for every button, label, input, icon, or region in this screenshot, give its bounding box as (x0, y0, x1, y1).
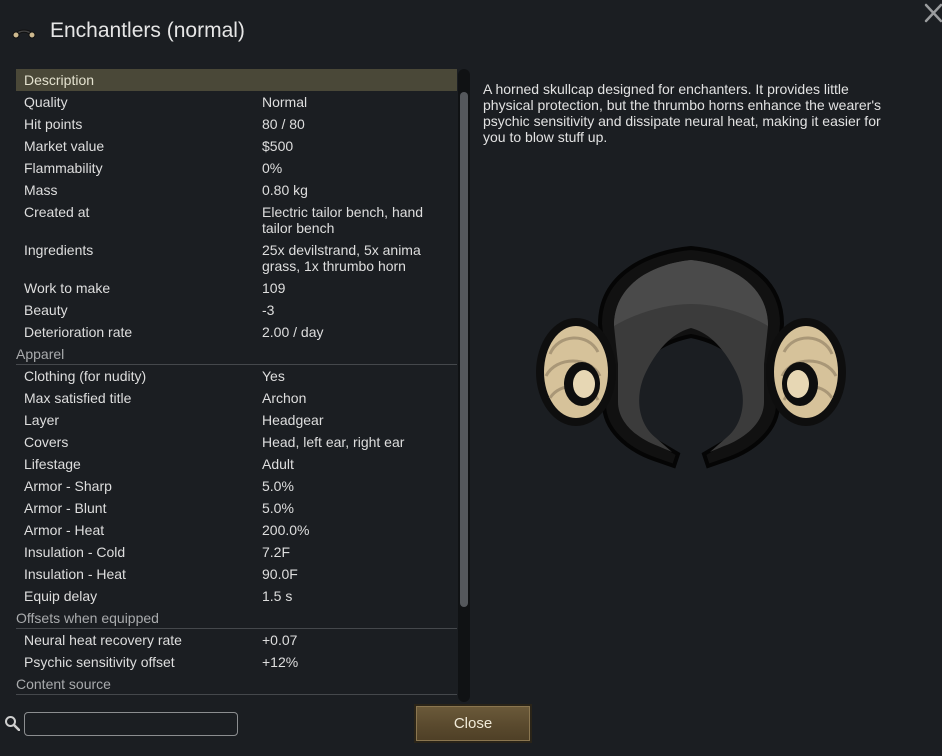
stat-value: 5.0% (262, 478, 294, 494)
stat-row-beauty[interactable]: Beauty -3 (16, 299, 457, 321)
stat-value: +0.07 (262, 632, 298, 648)
stat-label: Market value (24, 138, 105, 154)
enchantlers-item-icon (12, 29, 36, 39)
section-header-apparel: Apparel (16, 343, 457, 365)
stat-row-mass[interactable]: Mass 0.80 kg (16, 179, 457, 201)
stat-value: 2.00 / day (262, 324, 324, 340)
section-header-offsets: Offsets when equipped (16, 607, 457, 629)
stat-label: Created at (24, 204, 90, 220)
section-label: Apparel (16, 346, 65, 362)
stat-row-work-to-make[interactable]: Work to make 109 (16, 277, 457, 299)
stat-row-armor-heat[interactable]: Armor - Heat 200.0% (16, 519, 457, 541)
stat-row-quality[interactable]: Quality Normal (16, 91, 457, 113)
stat-value: 7.2F (262, 544, 291, 560)
stat-value: Normal (262, 94, 308, 110)
stat-row-psychic-sensitivity[interactable]: Psychic sensitivity offset +12% (16, 651, 457, 673)
stat-row-covers[interactable]: Covers Head, left ear, right ear (16, 431, 457, 453)
stat-value: 90.0F (262, 566, 298, 582)
stat-row-armor-blunt[interactable]: Armor - Blunt 5.0% (16, 497, 457, 519)
section-header-content-source: Content source (16, 673, 457, 695)
stat-row-hit-points[interactable]: Hit points 80 / 80 (16, 113, 457, 135)
stat-value: 25x devilstrand, 5x anima grass, 1x thru… (262, 242, 421, 274)
stat-value: -3 (262, 302, 275, 318)
close-button[interactable]: Close (414, 704, 532, 743)
stat-label: Armor - Heat (24, 522, 105, 538)
stat-row-deterioration-rate[interactable]: Deterioration rate 2.00 / day (16, 321, 457, 343)
stat-label: Work to make (24, 280, 111, 296)
stat-row-insulation-heat[interactable]: Insulation - Heat 90.0F (16, 563, 457, 585)
enchantlers-horned-skullcap-icon (536, 245, 846, 469)
window-title: Enchantlers (normal) (50, 19, 245, 42)
stat-value: 80 / 80 (262, 116, 305, 132)
stat-label: Layer (24, 412, 60, 428)
description-label: Description (24, 72, 95, 88)
stat-label: Neural heat recovery rate (24, 632, 182, 648)
stat-row-layer[interactable]: Layer Headgear (16, 409, 457, 431)
stat-label: Mass (24, 182, 58, 198)
stat-label: Armor - Sharp (24, 478, 112, 494)
stat-value: +12% (262, 654, 299, 670)
stat-value: $500 (262, 138, 294, 154)
item-description: A horned skullcap designed for enchanter… (483, 81, 882, 145)
stat-label: Lifestage (24, 456, 81, 472)
stat-value: Adult (262, 456, 294, 472)
stat-label: Quality (24, 94, 68, 110)
stat-value: Head, left ear, right ear (262, 434, 405, 450)
stat-value: 5.0% (262, 500, 294, 516)
stat-value: Headgear (262, 412, 324, 428)
stat-label: Insulation - Cold (24, 544, 126, 560)
stat-row-clothing[interactable]: Clothing (for nudity) Yes (16, 365, 457, 387)
stat-label: Equip delay (24, 588, 98, 604)
stat-row-max-satisfied-title[interactable]: Max satisfied title Archon (16, 387, 457, 409)
search-input[interactable] (24, 712, 238, 736)
stat-value: Archon (262, 390, 307, 406)
stat-row-ingredients[interactable]: Ingredients 25x devilstrand, 5x anima gr… (16, 239, 457, 277)
stat-value: 0.80 kg (262, 182, 308, 198)
description-row[interactable]: Description (16, 69, 457, 91)
stat-label: Flammability (24, 160, 103, 176)
stat-row-market-value[interactable]: Market value $500 (16, 135, 457, 157)
stat-row-equip-delay[interactable]: Equip delay 1.5 s (16, 585, 457, 607)
stat-value: Yes (262, 368, 285, 384)
stats-panel: Description Quality Normal Hit points 80… (16, 69, 457, 701)
stat-row-lifestage[interactable]: Lifestage Adult (16, 453, 457, 475)
stat-row-neural-heat-recovery[interactable]: Neural heat recovery rate +0.07 (16, 629, 457, 651)
stat-label: Beauty (24, 302, 68, 318)
stat-row-flammability[interactable]: Flammability 0% (16, 157, 457, 179)
stat-label: Max satisfied title (24, 390, 132, 406)
stat-label: Hit points (24, 116, 83, 132)
stat-value: Electric tailor bench, hand tailor bench (262, 204, 424, 236)
close-x-icon[interactable] (922, 0, 942, 26)
stat-value: 1.5 s (262, 588, 293, 604)
stat-value: 109 (262, 280, 286, 296)
stat-label: Covers (24, 434, 69, 450)
stat-label: Deterioration rate (24, 324, 133, 340)
search-icon (5, 716, 20, 731)
stat-label: Ingredients (24, 242, 94, 258)
section-label: Content source (16, 676, 111, 692)
stat-label: Armor - Blunt (24, 500, 107, 516)
stat-row-created-at[interactable]: Created at Electric tailor bench, hand t… (16, 201, 457, 239)
section-label: Offsets when equipped (16, 610, 159, 626)
stat-label: Clothing (for nudity) (24, 368, 147, 384)
stats-scrollbar-thumb[interactable] (460, 92, 468, 607)
stat-label: Psychic sensitivity offset (24, 654, 175, 670)
stat-row-insulation-cold[interactable]: Insulation - Cold 7.2F (16, 541, 457, 563)
stat-value: 200.0% (262, 522, 310, 538)
stat-row-armor-sharp[interactable]: Armor - Sharp 5.0% (16, 475, 457, 497)
stat-value: 0% (262, 160, 283, 176)
stat-label: Insulation - Heat (24, 566, 126, 582)
